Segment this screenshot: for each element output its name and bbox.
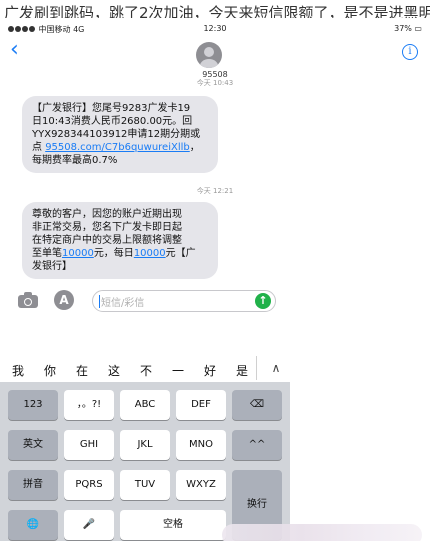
candidate-word[interactable]: 这 bbox=[104, 362, 124, 379]
space-bar[interactable]: 空格 bbox=[120, 510, 226, 540]
battery-indicator: 37% ▭ bbox=[394, 24, 422, 33]
app-store-icon[interactable]: A bbox=[54, 290, 74, 310]
candidate-word[interactable]: 是 bbox=[232, 362, 252, 379]
candidate-divider bbox=[256, 356, 257, 380]
candidate-word[interactable]: 在 bbox=[72, 362, 92, 379]
key-jkl[interactable]: JKL bbox=[120, 430, 170, 460]
key-pinyin[interactable]: 拼音 bbox=[8, 470, 58, 500]
message-line: 元【广 bbox=[165, 248, 196, 259]
message-link[interactable]: 95508.com/C7b6quwureiXllb bbox=[45, 142, 190, 153]
key-pqrs[interactable]: PQRS bbox=[64, 470, 114, 500]
amount-link[interactable]: 10000 bbox=[62, 248, 94, 259]
globe-icon[interactable]: 🌐 bbox=[8, 510, 58, 540]
phone-screen: 中国移动 4G 12:30 37% ▭ ‹ 95508 i 今天 10:43 【… bbox=[0, 18, 430, 541]
message-timestamp: 今天 10:43 bbox=[196, 79, 234, 87]
message-bubble[interactable]: 尊敬的客户，因您的账户近期出现 非正常交易，您名下广发卡即日起 在特定商户中的交… bbox=[22, 202, 218, 279]
message-line: 点 bbox=[32, 142, 46, 153]
message-line: 【广发银行】您尾号9283广发卡19 bbox=[32, 103, 191, 114]
message-line: 尊敬的客户，因您的账户近期出现 bbox=[32, 209, 182, 220]
message-line: 发银行】 bbox=[32, 261, 72, 272]
key-english[interactable]: 英文 bbox=[8, 430, 58, 460]
camera-icon[interactable] bbox=[18, 292, 38, 308]
watermark-blur bbox=[222, 524, 422, 541]
amount-link[interactable]: 10000 bbox=[134, 248, 166, 259]
message-timestamp: 今天 12:21 bbox=[196, 187, 234, 195]
candidate-word[interactable]: 你 bbox=[40, 362, 60, 379]
candidate-bar: 我 你 在 这 不 一 好 是 bbox=[0, 358, 290, 382]
key-emoticon[interactable]: ^^ bbox=[232, 430, 282, 460]
status-bar: 中国移动 4G 12:30 37% ▭ bbox=[0, 22, 430, 36]
status-time: 12:30 bbox=[203, 24, 227, 33]
back-chevron-icon[interactable]: ‹ bbox=[10, 39, 24, 61]
contact-avatar[interactable] bbox=[196, 42, 222, 68]
candidate-word[interactable]: 好 bbox=[200, 362, 220, 379]
key-tuv[interactable]: TUV bbox=[120, 470, 170, 500]
input-placeholder: 短信/彩信 bbox=[101, 298, 145, 309]
info-icon[interactable]: i bbox=[402, 44, 418, 60]
message-line: 在特定商户中的交易上限额将调整 bbox=[32, 235, 182, 246]
message-input[interactable]: 短信/彩信 ↑ bbox=[92, 290, 276, 312]
message-bubble[interactable]: 【广发银行】您尾号9283广发卡19 日10:43消费人民币2680.00元。回… bbox=[22, 96, 218, 173]
backspace-icon[interactable]: ⌫ bbox=[232, 390, 282, 420]
key-def[interactable]: DEF bbox=[176, 390, 226, 420]
key-abc[interactable]: ABC bbox=[120, 390, 170, 420]
message-line: 非正常交易，您名下广发卡即日起 bbox=[32, 222, 182, 233]
message-line: 日10:43消费人民币2680.00元。回 bbox=[32, 116, 193, 127]
message-line: 至单笔 bbox=[32, 248, 62, 259]
send-arrow-icon[interactable]: ↑ bbox=[255, 293, 271, 309]
message-line: 元，每日 bbox=[93, 248, 134, 259]
key-123[interactable]: 123 bbox=[8, 390, 58, 420]
microphone-icon[interactable]: 🎤 bbox=[64, 510, 114, 540]
candidate-word[interactable]: 不 bbox=[136, 362, 156, 379]
message-line: 每期费率最高0.7% bbox=[32, 155, 118, 166]
chevron-up-icon[interactable]: ∧ bbox=[264, 356, 288, 380]
key-mno[interactable]: MNO bbox=[176, 430, 226, 460]
message-line: ， bbox=[189, 142, 200, 153]
key-wxyz[interactable]: WXYZ bbox=[176, 470, 226, 500]
key-punctuation[interactable]: ，。?! bbox=[64, 390, 114, 420]
key-ghi[interactable]: GHI bbox=[64, 430, 114, 460]
message-line: YYX928344103912申请12期分期或 bbox=[32, 129, 201, 140]
keyboard: 123 ，。?! ABC DEF ⌫ 英文 GHI JKL MNO ^^ 拼音 … bbox=[0, 382, 290, 541]
candidate-word[interactable]: 我 bbox=[8, 362, 28, 379]
candidate-word[interactable]: 一 bbox=[168, 362, 188, 379]
text-caret bbox=[99, 295, 100, 308]
